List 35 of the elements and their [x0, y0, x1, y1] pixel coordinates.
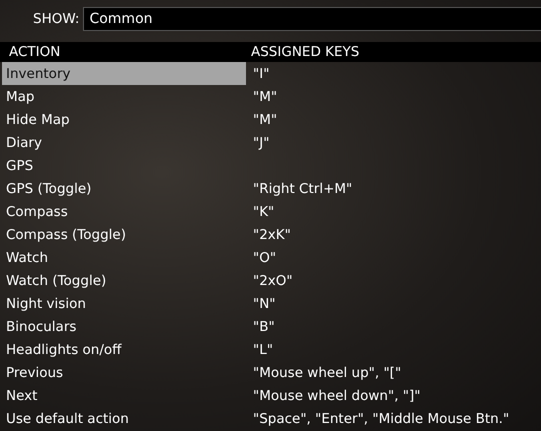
- key-binding: "Right Ctrl+M": [253, 180, 352, 196]
- key-binding: "B": [253, 318, 275, 334]
- key-binding: "L": [253, 342, 273, 358]
- action-item[interactable]: Diary: [2, 131, 246, 154]
- action-item[interactable]: GPS: [2, 154, 246, 177]
- action-item[interactable]: Night vision: [2, 292, 246, 315]
- key-binding: "I": [253, 66, 270, 82]
- action-item[interactable]: Compass: [2, 200, 246, 223]
- action-item[interactable]: Next: [2, 384, 246, 407]
- action-item[interactable]: Headlights on/off: [2, 338, 246, 361]
- key-binding: "Space", "Enter", "Middle Mouse Btn.": [253, 410, 510, 426]
- action-item[interactable]: Inventory: [2, 62, 246, 85]
- column-header: ASSIGNED KEYS: [250, 44, 360, 60]
- filter-label: SHOW:: [33, 10, 80, 26]
- key-binding: "O": [253, 250, 276, 266]
- action-item[interactable]: Use default action: [2, 407, 246, 430]
- column-header: ACTION: [8, 44, 62, 60]
- filter-dropdown[interactable]: Common: [83, 6, 541, 30]
- action-item[interactable]: Hide Map: [2, 108, 246, 131]
- key-binding: "Mouse wheel up", "[": [253, 364, 402, 380]
- key-binding: "M": [253, 112, 278, 128]
- action-item[interactable]: Binoculars: [2, 315, 246, 338]
- key-binding: "J": [253, 134, 270, 150]
- key-binding: "Mouse wheel down", "]": [253, 388, 420, 404]
- action-item[interactable]: Watch (Toggle): [2, 269, 246, 292]
- key-binding: "N": [253, 296, 276, 312]
- action-item[interactable]: Compass (Toggle): [2, 223, 246, 246]
- key-binding: "2xO": [253, 272, 293, 288]
- key-binding: "K": [253, 204, 274, 220]
- action-item[interactable]: Previous: [2, 361, 246, 384]
- action-item[interactable]: GPS (Toggle): [2, 177, 246, 200]
- action-item[interactable]: Map: [2, 85, 246, 108]
- key-binding: "2xK": [253, 226, 291, 242]
- action-item[interactable]: Watch: [2, 246, 246, 269]
- key-binding: "M": [253, 88, 278, 104]
